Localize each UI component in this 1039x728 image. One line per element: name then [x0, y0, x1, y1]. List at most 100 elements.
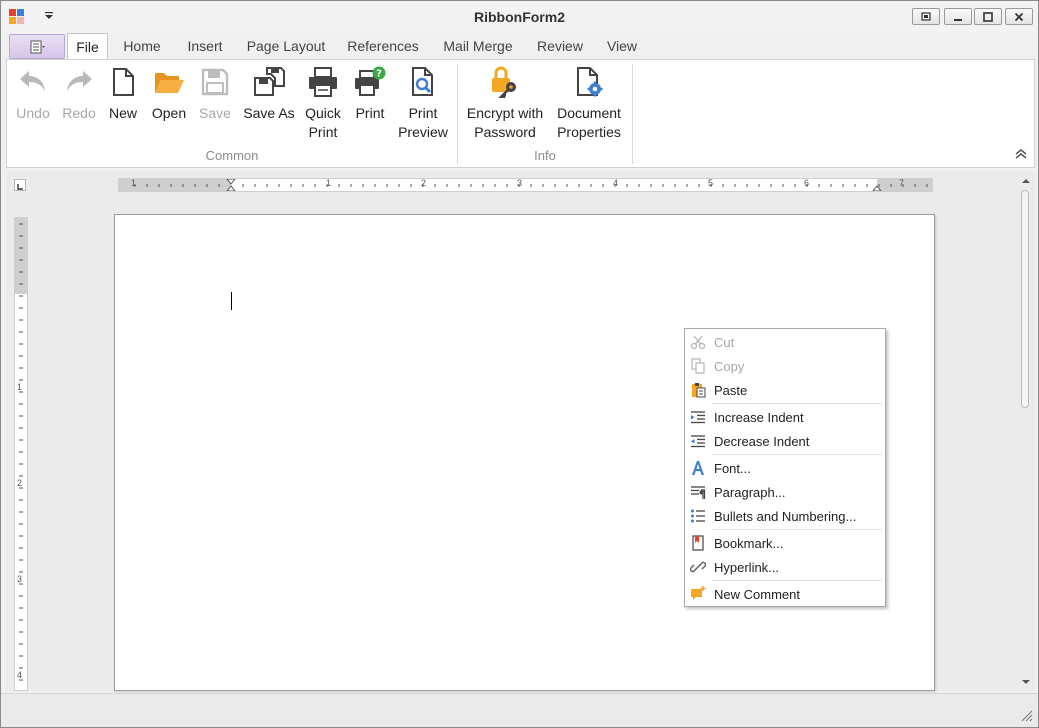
menu-item-copy[interactable]: Copy [685, 354, 885, 378]
new-document-icon [113, 68, 134, 96]
ruler-number: 1 [131, 178, 137, 188]
bookmark-icon [692, 535, 704, 551]
close-button[interactable] [1005, 8, 1033, 25]
menu-item-new-comment[interactable]: New Comment [685, 582, 885, 606]
save-as-button[interactable]: Save As [240, 64, 298, 144]
menu-item-font[interactable]: Font... [685, 456, 885, 480]
tab-mail-merge[interactable]: Mail Merge [435, 33, 521, 60]
ruler-number: 2 [17, 478, 23, 488]
lock-key-icon [492, 66, 516, 98]
undo-icon [20, 71, 45, 91]
open-button[interactable]: Open [147, 64, 191, 144]
menu-item-bookmark[interactable]: Bookmark... [685, 531, 885, 555]
save-label: Save [199, 105, 231, 121]
menu-item-paste[interactable]: Paste [685, 378, 885, 402]
window-title: RibbonForm2 [474, 9, 565, 25]
decrease-indent-icon [691, 435, 705, 448]
tab-stop-selector[interactable] [14, 179, 26, 191]
print-dialog-icon: ? [355, 66, 386, 96]
menu-item-decrease-indent[interactable]: Decrease Indent [685, 429, 885, 453]
menu-item-label: Copy [714, 359, 745, 374]
group-caption-info: Info [534, 148, 556, 163]
group-caption-common: Common [205, 148, 259, 163]
menu-item-label: Bullets and Numbering... [714, 509, 857, 524]
menu-item-label: Decrease Indent [714, 434, 810, 449]
print-button[interactable]: ? Print [347, 64, 393, 144]
ruler-number: 3 [517, 178, 523, 188]
ruler-number: 4 [17, 670, 23, 680]
encrypt-password-label: Encrypt with Password [466, 105, 544, 140]
tab-file[interactable]: File [67, 33, 108, 60]
menu-item-paragraph[interactable]: Paragraph... [685, 480, 885, 504]
save-button[interactable]: Save [193, 64, 237, 144]
menu-item-label: Increase Indent [714, 410, 804, 425]
horizontal-ruler[interactable]: 1 1 2 3 4 5 6 7 [118, 178, 933, 192]
application-menu-button[interactable] [9, 34, 65, 59]
tab-page-layout[interactable]: Page Layout [241, 33, 331, 60]
comment-icon [691, 586, 706, 600]
menu-item-label: Cut [714, 335, 735, 350]
save-as-icon [254, 67, 285, 96]
scroll-up-icon[interactable] [1017, 174, 1035, 188]
new-button[interactable]: New [102, 64, 144, 144]
document-properties-label: Document Properties [557, 105, 621, 140]
printer-icon [309, 67, 337, 97]
title-bar: RibbonForm2 [1, 1, 1038, 33]
left-tab-icon [17, 184, 23, 190]
redo-icon [67, 71, 92, 91]
save-as-label: Save As [243, 105, 295, 121]
undo-button[interactable]: Undo [9, 64, 57, 144]
menu-separator [712, 529, 882, 530]
menu-item-label: Font... [714, 461, 751, 476]
folder-open-icon [155, 73, 184, 93]
menu-item-cut[interactable]: Cut [685, 330, 885, 354]
menu-item-bullets-numbering[interactable]: Bullets and Numbering... [685, 504, 885, 528]
quick-print-button[interactable]: Quick Print [300, 64, 346, 144]
open-label: Open [151, 105, 187, 121]
bullets-icon [691, 509, 705, 523]
menu-item-hyperlink[interactable]: Hyperlink... [685, 555, 885, 579]
ruler-number: 3 [17, 574, 23, 584]
collapse-ribbon-icon[interactable] [1014, 148, 1028, 160]
document-properties-button[interactable]: Document Properties [549, 64, 629, 144]
ruler-number: 4 [613, 178, 619, 188]
ribbon-panel: Undo Redo New Open Save Save As Quick Pr… [6, 59, 1035, 168]
tab-references[interactable]: References [342, 33, 424, 60]
scroll-down-icon[interactable] [1017, 675, 1035, 689]
vertical-ruler[interactable]: 1 2 3 4 [14, 217, 28, 691]
document-settings-icon [577, 67, 603, 97]
new-label: New [108, 105, 137, 121]
document-menu-icon [30, 40, 45, 54]
redo-label: Redo [62, 105, 96, 121]
ruler-number: 1 [17, 382, 23, 392]
menu-item-label: Paragraph... [714, 485, 786, 500]
vertical-scrollbar[interactable] [1017, 171, 1035, 691]
vertical-ruler-ticks [15, 218, 27, 690]
scrollbar-thumb[interactable] [1021, 190, 1029, 408]
tab-home[interactable]: Home [114, 33, 170, 60]
print-preview-button[interactable]: Print Preview [394, 64, 452, 144]
minimize-button[interactable] [944, 8, 972, 25]
menu-item-increase-indent[interactable]: Increase Indent [685, 405, 885, 429]
copy-icon [691, 358, 705, 374]
minimize-icon [954, 19, 962, 21]
tab-review[interactable]: Review [531, 33, 589, 60]
maximize-button[interactable] [974, 8, 1002, 25]
encrypt-password-button[interactable]: Encrypt with Password [463, 64, 547, 144]
ribbon-tabs: File Home Insert Page Layout References … [1, 33, 1038, 60]
tab-insert[interactable]: Insert [179, 33, 231, 60]
ruler-number: 6 [804, 178, 810, 188]
scissors-icon [690, 335, 706, 350]
undo-label: Undo [16, 105, 50, 121]
restore-button[interactable] [912, 8, 940, 25]
paste-icon [692, 383, 706, 398]
menu-item-label: New Comment [714, 587, 800, 602]
menu-item-label: Paste [714, 383, 748, 398]
menu-item-label: Hyperlink... [714, 560, 780, 575]
ruler-number: 2 [421, 178, 427, 188]
tab-view[interactable]: View [599, 33, 645, 60]
ruler-number: 5 [708, 178, 714, 188]
font-icon [692, 461, 704, 475]
resize-grip-icon[interactable] [1019, 708, 1033, 722]
redo-button[interactable]: Redo [55, 64, 103, 144]
